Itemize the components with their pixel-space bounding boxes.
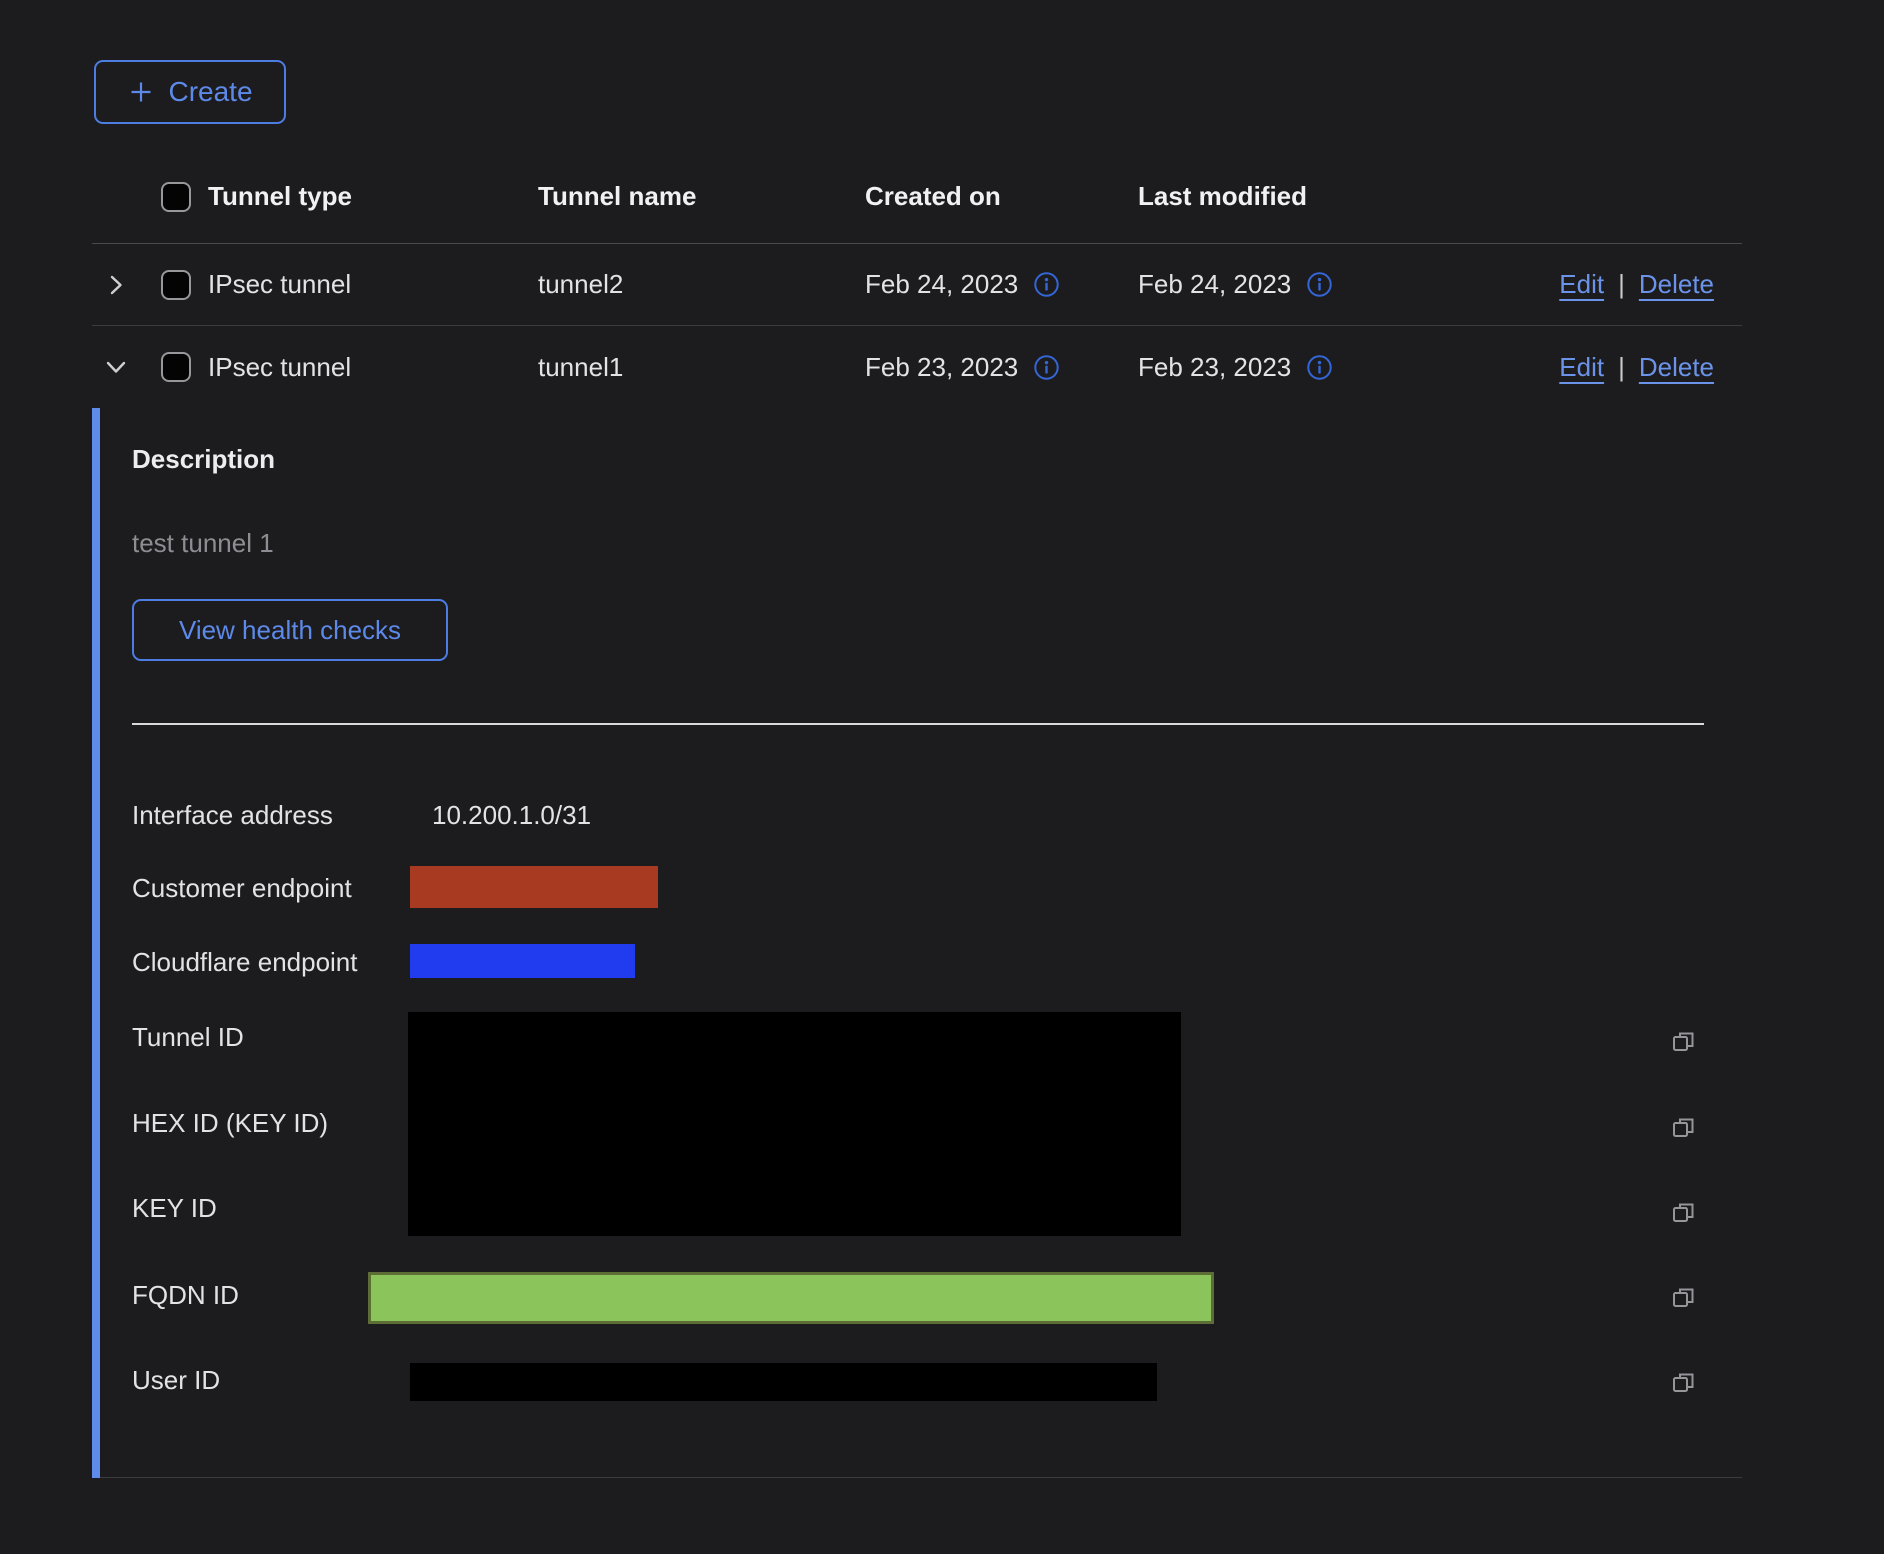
header-created-on: Created on	[865, 181, 1138, 212]
last-modified-cell: Feb 24, 2023	[1138, 269, 1291, 300]
link-separator: |	[1618, 352, 1625, 383]
delete-link[interactable]: Delete	[1639, 352, 1714, 383]
edit-link[interactable]: Edit	[1559, 352, 1604, 383]
chevron-right-icon[interactable]	[92, 272, 140, 298]
table-row: IPsec tunnel tunnel2 Feb 24, 2023 Feb 24…	[92, 244, 1742, 326]
expansion-indicator-bar	[92, 408, 100, 1478]
hex-id-label: HEX ID (KEY ID)	[132, 1107, 328, 1139]
description-label: Description	[132, 443, 275, 475]
interface-address-label: Interface address	[132, 799, 333, 831]
table-header-row: Tunnel type Tunnel name Created on Last …	[92, 150, 1742, 244]
copy-icon[interactable]	[1669, 1368, 1697, 1396]
fqdn-id-redacted-value	[368, 1272, 1214, 1324]
cloudflare-endpoint-label: Cloudflare endpoint	[132, 946, 358, 978]
plus-icon	[127, 78, 155, 106]
created-on-cell: Feb 23, 2023	[865, 352, 1018, 383]
edit-link[interactable]: Edit	[1559, 269, 1604, 300]
info-icon[interactable]	[1033, 354, 1060, 381]
delete-link[interactable]: Delete	[1639, 269, 1714, 300]
copy-icon[interactable]	[1669, 1198, 1697, 1226]
copy-icon[interactable]	[1669, 1283, 1697, 1311]
customer-endpoint-label: Customer endpoint	[132, 872, 352, 904]
created-on-cell: Feb 24, 2023	[865, 269, 1018, 300]
table-row: IPsec tunnel tunnel1 Feb 23, 2023 Feb 23…	[92, 326, 1742, 408]
chevron-down-icon[interactable]	[92, 354, 140, 380]
tunnel-table: Tunnel type Tunnel name Created on Last …	[92, 150, 1742, 408]
expanded-tunnel-panel: Description test tunnel 1 View health ch…	[92, 408, 1742, 1478]
copy-icon[interactable]	[1669, 1027, 1697, 1055]
user-id-label: User ID	[132, 1364, 220, 1396]
last-modified-cell: Feb 23, 2023	[1138, 352, 1291, 383]
link-separator: |	[1618, 269, 1625, 300]
header-tunnel-name: Tunnel name	[538, 181, 865, 212]
section-divider	[132, 723, 1704, 725]
interface-address-value: 10.200.1.0/31	[432, 799, 591, 831]
info-icon[interactable]	[1306, 271, 1333, 298]
header-last-modified: Last modified	[1138, 181, 1448, 212]
info-icon[interactable]	[1033, 271, 1060, 298]
create-button-label: Create	[168, 76, 252, 108]
create-button[interactable]: Create	[94, 60, 286, 124]
tunnel-type-cell: IPsec tunnel	[208, 352, 538, 383]
ids-redacted-block	[408, 1012, 1181, 1236]
header-tunnel-type: Tunnel type	[208, 181, 538, 212]
description-value: test tunnel 1	[132, 527, 274, 559]
tunnel-name-cell: tunnel2	[538, 269, 865, 300]
cloudflare-endpoint-redacted-value	[410, 944, 635, 978]
row-checkbox[interactable]	[161, 270, 191, 300]
copy-icon[interactable]	[1669, 1113, 1697, 1141]
view-health-checks-button[interactable]: View health checks	[132, 599, 448, 661]
tunnel-name-cell: tunnel1	[538, 352, 865, 383]
customer-endpoint-redacted-value	[410, 866, 658, 908]
fqdn-id-label: FQDN ID	[132, 1279, 239, 1311]
info-icon[interactable]	[1306, 354, 1333, 381]
select-all-checkbox[interactable]	[161, 182, 191, 212]
tunnel-id-label: Tunnel ID	[132, 1021, 244, 1053]
key-id-label: KEY ID	[132, 1192, 217, 1224]
tunnel-type-cell: IPsec tunnel	[208, 269, 538, 300]
row-checkbox[interactable]	[161, 352, 191, 382]
user-id-redacted-value	[410, 1363, 1157, 1401]
